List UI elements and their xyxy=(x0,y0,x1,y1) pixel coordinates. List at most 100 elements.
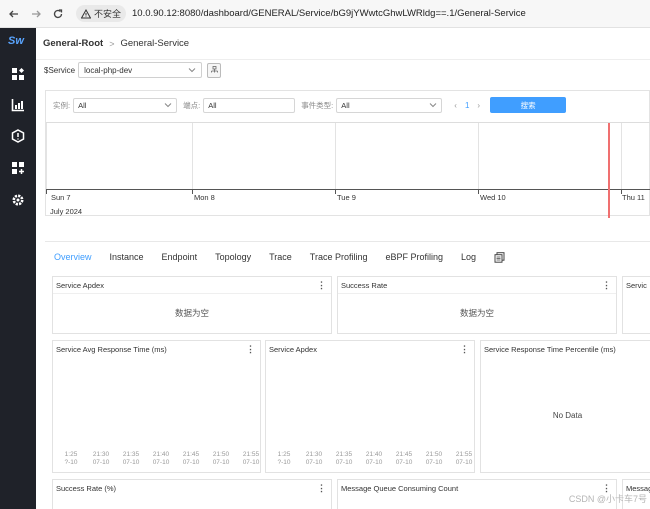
chart-icon[interactable] xyxy=(11,98,25,112)
endpoint-filter-value: All xyxy=(208,100,217,110)
axis-tick-label: 21:35 07-10 xyxy=(122,451,140,466)
timeline-gridline xyxy=(192,123,193,189)
marketplace-icon[interactable] xyxy=(11,161,25,175)
events-filter-row: 实例: All 端点: All 事件类型: All ‹ 1 › 搜索 xyxy=(53,97,567,113)
timeline-day-label: Wed 10 xyxy=(480,193,506,202)
back-icon[interactable] xyxy=(6,6,22,22)
search-button[interactable]: 搜索 xyxy=(490,97,567,113)
widget-empty-text: 数据为空 xyxy=(459,308,494,318)
side-navigation: Sw xyxy=(0,28,36,509)
event-type-filter-value: All xyxy=(341,100,350,110)
axis-tick-label: 21:40 07-10 xyxy=(365,451,383,466)
security-indicator[interactable]: 不安全 xyxy=(76,5,127,22)
tab-trace-profiling[interactable]: Trace Profiling xyxy=(310,252,368,262)
widget-title: Service Avg Response Time (ms) xyxy=(56,345,167,354)
chevron-down-icon xyxy=(164,103,172,108)
axis-tick-label: 21:50 07-10 xyxy=(425,451,443,466)
address-bar[interactable]: 不安全 10.0.90.12:8080/dashboard/GENERAL/Se… xyxy=(76,4,526,24)
timeline-gridline xyxy=(46,123,47,189)
timeline-tick xyxy=(46,189,47,194)
events-timeline[interactable]: Sun 7 Mon 8 Tue 9 Wed 10 Thu 11 July 202… xyxy=(46,122,650,218)
event-type-filter-select[interactable]: All xyxy=(336,97,443,113)
service-selector-row: $Service local-php-dev xyxy=(44,61,222,79)
event-type-filter-label: 事件类型: xyxy=(301,100,334,110)
axis-tick-label: 1:25 ?-10 xyxy=(277,451,291,466)
next-page-icon[interactable]: › xyxy=(477,101,480,110)
settings-icon[interactable] xyxy=(11,193,25,207)
alert-icon[interactable] xyxy=(11,129,25,143)
tab-endpoint[interactable]: Endpoint xyxy=(162,252,198,262)
topology-button[interactable] xyxy=(207,62,222,78)
timeline-day-label: Thu 11 xyxy=(622,193,645,202)
axis-tick-label: 21:45 07-10 xyxy=(182,451,200,466)
widget-service-apdex-chart: Service Apdex ⋮ 1:25 ?-10 21:30 07-10 21:3… xyxy=(265,340,475,473)
service-select-value: local-php-dev xyxy=(84,65,133,75)
copy-icon[interactable] xyxy=(494,251,505,263)
page-header: General-Root > General-Service xyxy=(36,28,650,60)
security-label: 不安全 xyxy=(94,9,122,19)
current-page[interactable]: 1 xyxy=(465,101,469,110)
widget-title: Service Apdex xyxy=(269,345,317,354)
axis-tick-label: 21:55 07-10 xyxy=(242,451,260,466)
forward-icon[interactable] xyxy=(28,6,44,22)
hierarchy-icon xyxy=(210,65,218,72)
time-axis: 1:25 ?-10 21:30 07-10 21:35 07-10 21:40 07-1… xyxy=(56,451,266,467)
url-text[interactable]: 10.0.90.12:8080/dashboard/GENERAL/Servic… xyxy=(132,8,526,19)
skywalking-logo[interactable]: Sw xyxy=(8,35,24,47)
timeline-day-label: Mon 8 xyxy=(194,193,215,202)
service-select[interactable]: local-php-dev xyxy=(78,62,203,78)
chevron-down-icon xyxy=(429,103,437,108)
timeline-axis xyxy=(46,189,650,190)
breadcrumb-root[interactable]: General-Root xyxy=(43,38,103,49)
tab-ebpf-profiling[interactable]: eBPF Profiling xyxy=(385,252,443,262)
timeline-gridline xyxy=(478,123,479,189)
timeline-tick xyxy=(478,189,479,194)
timeline-tick xyxy=(192,189,193,194)
tab-trace[interactable]: Trace xyxy=(269,252,292,262)
tab-topology[interactable]: Topology xyxy=(215,252,251,262)
endpoint-filter-label: 端点: xyxy=(183,100,201,110)
dashboard-content: Overview Instance Endpoint Topology Trac… xyxy=(45,241,650,509)
instance-filter-select[interactable]: All xyxy=(73,97,178,113)
tab-bar: Overview Instance Endpoint Topology Trac… xyxy=(54,250,505,264)
service-label: $Service xyxy=(44,65,76,75)
widget-service-apdex: Service Apdex ⋮ 数据为空 xyxy=(52,276,332,334)
widget-menu-icon[interactable]: ⋮ xyxy=(317,483,326,494)
pagination: ‹ 1 › xyxy=(454,101,480,110)
axis-tick-label: 21:55 07-10 xyxy=(455,451,473,466)
axis-tick-label: 21:45 07-10 xyxy=(395,451,413,466)
timeline-tick xyxy=(335,189,336,194)
widget-title: Message Queue Consuming Count xyxy=(341,484,459,493)
warning-icon xyxy=(81,8,91,18)
axis-tick-label: 1:25 ?-10 xyxy=(64,451,78,466)
timeline-current-time-marker xyxy=(608,123,610,218)
instance-filter-label: 实例: xyxy=(53,100,71,110)
prev-page-icon[interactable]: ‹ xyxy=(454,101,457,110)
axis-tick-label: 21:30 07-10 xyxy=(305,451,323,466)
widget-menu-icon[interactable]: ⋮ xyxy=(460,344,469,355)
breadcrumb-current[interactable]: General-Service xyxy=(120,38,189,49)
timeline-gridline xyxy=(335,123,336,189)
widget-title: Servic xyxy=(626,281,647,290)
widget-menu-icon[interactable]: ⋮ xyxy=(246,344,255,355)
reload-icon[interactable] xyxy=(50,6,66,22)
timeline-month-label: July 2024 xyxy=(50,207,83,216)
instance-filter-value: All xyxy=(78,100,87,110)
tab-overview[interactable]: Overview xyxy=(54,252,92,262)
tab-instance[interactable]: Instance xyxy=(110,252,144,262)
widget-success-rate: Success Rate ⋮ 数据为空 xyxy=(337,276,617,334)
time-axis: 1:25 ?-10 21:30 07-10 21:35 07-10 21:40 07-1… xyxy=(269,451,479,467)
widget-title: Success Rate (%) xyxy=(56,484,117,493)
widget-response-time-percentile: Service Response Time Percentile (ms) No… xyxy=(480,340,650,473)
dashboard-icon[interactable] xyxy=(11,67,25,81)
chevron-down-icon xyxy=(188,68,196,73)
browser-toolbar: 不安全 10.0.90.12:8080/dashboard/GENERAL/Se… xyxy=(0,0,650,28)
endpoint-filter-input[interactable]: All xyxy=(203,97,296,113)
timeline-gridline xyxy=(621,123,622,189)
axis-tick-label: 21:50 07-10 xyxy=(212,451,230,466)
axis-tick-label: 21:40 07-10 xyxy=(152,451,170,466)
widget-partial: Servic xyxy=(622,276,650,334)
widget-success-rate-percent: Success Rate (%) ⋮ xyxy=(52,479,332,509)
axis-tick-label: 21:30 07-10 xyxy=(92,451,110,466)
tab-log[interactable]: Log xyxy=(461,252,476,262)
